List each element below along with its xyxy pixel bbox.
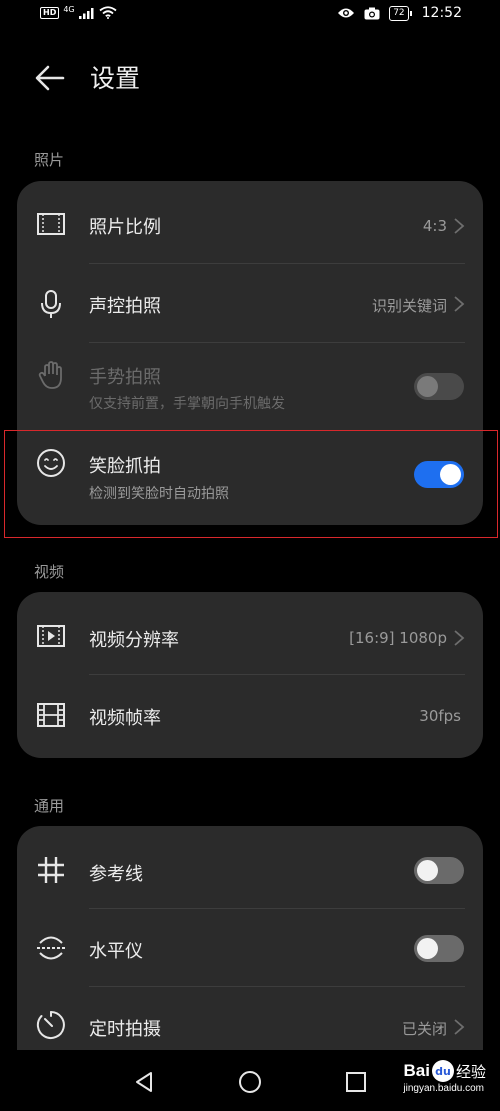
chevron-right-icon xyxy=(454,218,465,234)
setting-label: 手势拍照 xyxy=(89,367,161,388)
status-left: HD 4G xyxy=(40,5,117,19)
status-bar: HD 4G 72 12:52 xyxy=(0,0,500,34)
video-resolution-icon xyxy=(37,625,65,647)
setting-row-gridlines[interactable]: 参考线 xyxy=(17,826,483,908)
setting-row-video-framerate[interactable]: 视频帧率 30fps xyxy=(17,675,483,758)
gridlines-toggle[interactable] xyxy=(414,857,464,884)
nav-home-icon[interactable] xyxy=(238,1070,262,1094)
battery-indicator: 72 xyxy=(389,5,413,21)
video-settings-card: 视频分辨率 [16:9] 1080p 视频帧率 30fps xyxy=(17,592,483,758)
eye-icon xyxy=(338,8,355,18)
watermark-brand-left: Bai xyxy=(403,1061,430,1080)
microphone-icon xyxy=(41,290,61,318)
setting-label: 水平仪 xyxy=(89,941,143,962)
section-label-video: 视频 xyxy=(34,563,65,581)
toggle-knob xyxy=(417,376,438,397)
nav-back-icon[interactable] xyxy=(132,1070,156,1094)
nav-recents-icon[interactable] xyxy=(344,1070,368,1094)
back-arrow-icon[interactable] xyxy=(33,61,67,95)
setting-label: 视频分辨率 xyxy=(89,630,179,651)
network-type: 4G xyxy=(63,5,75,14)
grid-hash-icon xyxy=(38,857,64,883)
general-settings-card: 参考线 水平仪 定时拍摄 已关闭 xyxy=(17,826,483,1056)
setting-value: 4:3 xyxy=(422,217,447,235)
setting-row-level[interactable]: 水平仪 xyxy=(17,909,483,986)
watermark-brand-right: 经验 xyxy=(455,1062,486,1081)
chevron-right-icon xyxy=(454,1019,465,1035)
setting-value: 30fps xyxy=(419,707,461,725)
gesture-capture-toggle[interactable] xyxy=(414,373,464,400)
section-label-general: 通用 xyxy=(34,797,65,815)
timer-icon xyxy=(36,1011,65,1039)
hd-badge: HD xyxy=(40,6,60,19)
setting-row-video-resolution[interactable]: 视频分辨率 [16:9] 1080p xyxy=(17,592,483,674)
setting-label: 声控拍照 xyxy=(89,296,161,317)
setting-value: 识别关键词 xyxy=(371,297,447,315)
section-label-photo: 照片 xyxy=(34,151,65,169)
setting-row-voice-capture[interactable]: 声控拍照 识别关键词 xyxy=(17,264,483,342)
setting-label: 参考线 xyxy=(89,864,143,885)
status-time: 12:52 xyxy=(421,5,462,21)
wifi-icon xyxy=(99,6,117,19)
signal-icon xyxy=(78,7,94,19)
setting-label: 照片比例 xyxy=(89,217,161,238)
setting-subtitle: 仅支持前置，手掌朝向手机触发 xyxy=(89,396,285,412)
hand-gesture-icon xyxy=(38,361,62,389)
system-navigation-bar: Bai du 经验 jingyan.baidu.com xyxy=(0,1050,500,1111)
chevron-right-icon xyxy=(454,296,465,312)
level-icon xyxy=(37,936,65,960)
camera-status-icon xyxy=(364,7,380,19)
page-header: 设置 xyxy=(0,55,500,99)
setting-value: [16:9] 1080p xyxy=(349,629,447,647)
setting-label: 视频帧率 xyxy=(89,708,161,729)
page-title: 设置 xyxy=(90,64,141,93)
level-toggle[interactable] xyxy=(414,935,464,962)
film-icon xyxy=(37,703,65,727)
setting-row-timer[interactable]: 定时拍摄 已关闭 xyxy=(17,987,483,1056)
setting-label: 定时拍摄 xyxy=(89,1019,161,1040)
chevron-right-icon xyxy=(454,630,465,646)
watermark-url: jingyan.baidu.com xyxy=(403,1083,484,1094)
baidu-watermark: Bai du 经验 xyxy=(404,1060,486,1082)
setting-row-gesture-capture[interactable]: 手势拍照 仅支持前置，手掌朝向手机触发 xyxy=(17,343,483,429)
aspect-ratio-icon xyxy=(37,213,65,235)
toggle-knob xyxy=(417,860,438,881)
setting-row-photo-ratio[interactable]: 照片比例 4:3 xyxy=(17,181,483,263)
highlight-box xyxy=(4,430,498,538)
setting-value: 已关闭 xyxy=(401,1020,447,1038)
watermark-brand-mid: du xyxy=(431,1060,454,1082)
toggle-knob xyxy=(417,938,438,959)
status-right: 72 12:52 xyxy=(337,5,462,21)
